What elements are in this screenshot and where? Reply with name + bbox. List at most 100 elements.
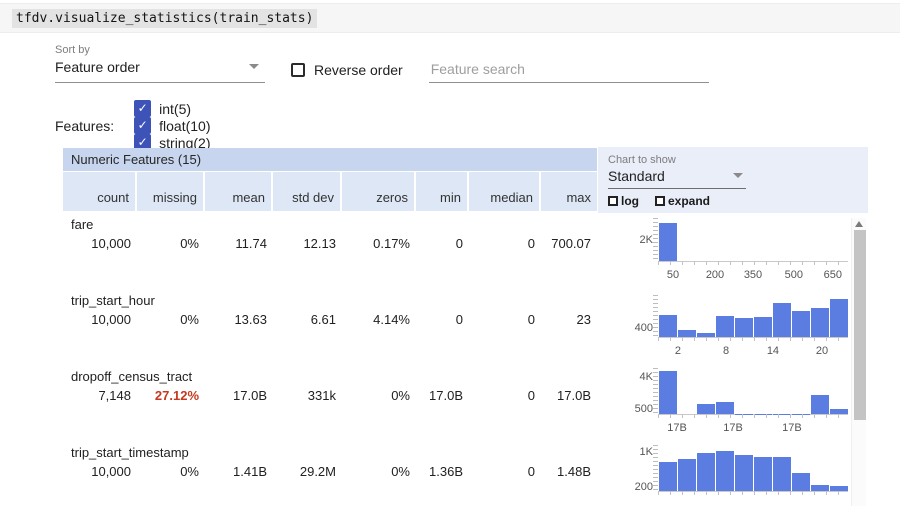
cell-count: 10,000 bbox=[63, 236, 137, 251]
reverse-order-label: Reverse order bbox=[314, 62, 403, 78]
cell-median: 0 bbox=[469, 312, 541, 327]
cell-missing: 0% bbox=[137, 236, 205, 251]
cell-std-dev: 6.61 bbox=[273, 312, 342, 327]
expand-checkbox[interactable] bbox=[655, 196, 665, 206]
column-header-min: min bbox=[416, 172, 469, 211]
cell-count: 7,148 bbox=[63, 388, 137, 403]
scrollbar-thumb[interactable] bbox=[854, 230, 866, 420]
cell-max: 1.48B bbox=[541, 464, 597, 479]
reverse-order-checkbox[interactable] bbox=[291, 63, 305, 77]
histogram-trip_start_hour: 400 281420 bbox=[615, 295, 855, 358]
cell-min: 1.36B bbox=[416, 464, 469, 479]
x-axis-label: 50 bbox=[653, 269, 693, 281]
chart-panel: Chart to show Standard log expand bbox=[598, 147, 868, 213]
x-axis-label: 20 bbox=[802, 345, 842, 357]
histogram-bar bbox=[678, 330, 696, 337]
cell-zeros: 4.14% bbox=[342, 312, 416, 327]
table-row: dropoff_census_tract7,14827.12%17.0B331k… bbox=[63, 363, 597, 439]
cell-min: 17.0B bbox=[416, 388, 469, 403]
cell-median: 0 bbox=[469, 236, 541, 251]
feature-filter-checkbox[interactable]: ✓ bbox=[134, 117, 151, 134]
cell-median: 0 bbox=[469, 388, 541, 403]
x-axis-ticks bbox=[658, 414, 848, 418]
histogram-bar bbox=[735, 318, 753, 337]
feature-name: trip_start_hour bbox=[63, 293, 597, 312]
x-axis-label: 200 bbox=[695, 269, 735, 281]
histogram-bar bbox=[659, 315, 677, 337]
cell-median: 0 bbox=[469, 464, 541, 479]
cell-missing: 0% bbox=[137, 464, 205, 479]
cell-zeros: 0% bbox=[342, 464, 416, 479]
histogram-plot bbox=[658, 445, 848, 492]
table-title: Numeric Features (15) bbox=[63, 148, 597, 171]
histogram-bar bbox=[697, 453, 715, 491]
feature-filter-label: float(10) bbox=[159, 118, 210, 134]
x-axis-label: 17B bbox=[657, 422, 697, 434]
feature-filter-float: ✓ float(10) bbox=[134, 117, 210, 134]
sort-by-label: Sort by bbox=[55, 44, 709, 56]
sort-by-select[interactable]: Feature order bbox=[55, 59, 265, 83]
column-header-zeros: zeros bbox=[342, 172, 416, 211]
x-axis-label: 17B bbox=[772, 422, 812, 434]
scrollbar-up-button[interactable] bbox=[852, 218, 866, 230]
histogram-fare: 2K50200350500650 bbox=[615, 218, 855, 282]
feature-filter-int: ✓ int(5) bbox=[134, 100, 210, 117]
chevron-down-icon bbox=[733, 173, 743, 178]
vertical-scrollbar[interactable] bbox=[851, 218, 866, 506]
chart-to-show-value: Standard bbox=[608, 168, 665, 184]
numeric-features-table: Numeric Features (15) countmissingmeanst… bbox=[63, 148, 597, 515]
column-header-median: median bbox=[469, 172, 541, 211]
histogram-bar bbox=[697, 404, 715, 414]
table-body: fare10,0000%11.7412.130.17%00700.07trip_… bbox=[63, 211, 597, 515]
y-axis-label: 400 bbox=[615, 322, 653, 334]
feature-filter-label: int(5) bbox=[159, 101, 191, 117]
feature-name: dropoff_census_tract bbox=[63, 369, 597, 388]
feature-filter-checkbox[interactable]: ✓ bbox=[134, 100, 151, 117]
feature-name: trip_start_timestamp bbox=[63, 445, 597, 464]
cell-max: 17.0B bbox=[541, 388, 597, 403]
column-header-std-dev: std dev bbox=[273, 172, 342, 211]
column-header-max: max bbox=[541, 172, 597, 211]
cell-mean: 17.0B bbox=[205, 388, 273, 403]
cell-min: 0 bbox=[416, 312, 469, 327]
histogram-bar bbox=[659, 223, 677, 261]
y-axis-label: 1K bbox=[615, 446, 653, 458]
histogram-bar bbox=[811, 308, 829, 337]
x-axis-label: 14 bbox=[753, 345, 793, 357]
table-row: trip_start_timestamp10,0000%1.41B29.2M0%… bbox=[63, 439, 597, 515]
y-axis-label: 500 bbox=[615, 403, 653, 415]
code-cell: tfdv.visualize_statistics(train_stats) bbox=[0, 3, 900, 33]
cell-count: 10,000 bbox=[63, 464, 137, 479]
histogram-trip_start_timestamp: 1K200 bbox=[615, 445, 855, 512]
cell-missing: 27.12% bbox=[137, 388, 205, 403]
column-header-mean: mean bbox=[205, 172, 273, 211]
feature-name: fare bbox=[63, 217, 597, 236]
feature-search-field bbox=[429, 60, 709, 83]
cell-std-dev: 29.2M bbox=[273, 464, 342, 479]
feature-search-input[interactable] bbox=[429, 60, 709, 78]
histogram-bar bbox=[792, 311, 810, 337]
cell-std-dev: 331k bbox=[273, 388, 342, 403]
sort-by-value: Feature order bbox=[55, 59, 140, 75]
log-checkbox[interactable] bbox=[608, 196, 618, 206]
column-header-missing: missing bbox=[137, 172, 205, 211]
histogram-bar bbox=[830, 299, 848, 337]
histogram-bar bbox=[773, 457, 791, 491]
x-axis-label: 17B bbox=[713, 422, 753, 434]
histogram-plot: 17B17B17B bbox=[658, 368, 848, 415]
histogram-bar bbox=[716, 316, 734, 337]
controls-bar: Sort by Feature order Reverse order bbox=[55, 44, 709, 83]
column-header-count: count bbox=[63, 172, 137, 211]
histogram-bar bbox=[754, 317, 772, 337]
histogram-plot: 281420 bbox=[658, 295, 848, 338]
cell-max: 700.07 bbox=[541, 236, 597, 251]
table-row: trip_start_hour10,0000%13.636.614.14%002… bbox=[63, 287, 597, 363]
histogram-dropoff_census_tract: 4K50017B17B17B bbox=[615, 368, 855, 435]
log-label: log bbox=[621, 194, 639, 208]
chart-to-show-select[interactable]: Standard bbox=[608, 168, 746, 189]
expand-label: expand bbox=[668, 194, 710, 208]
histogram-bar bbox=[678, 459, 696, 491]
x-axis-label: 8 bbox=[706, 345, 746, 357]
y-axis-label: 4K bbox=[615, 371, 653, 383]
cell-min: 0 bbox=[416, 236, 469, 251]
